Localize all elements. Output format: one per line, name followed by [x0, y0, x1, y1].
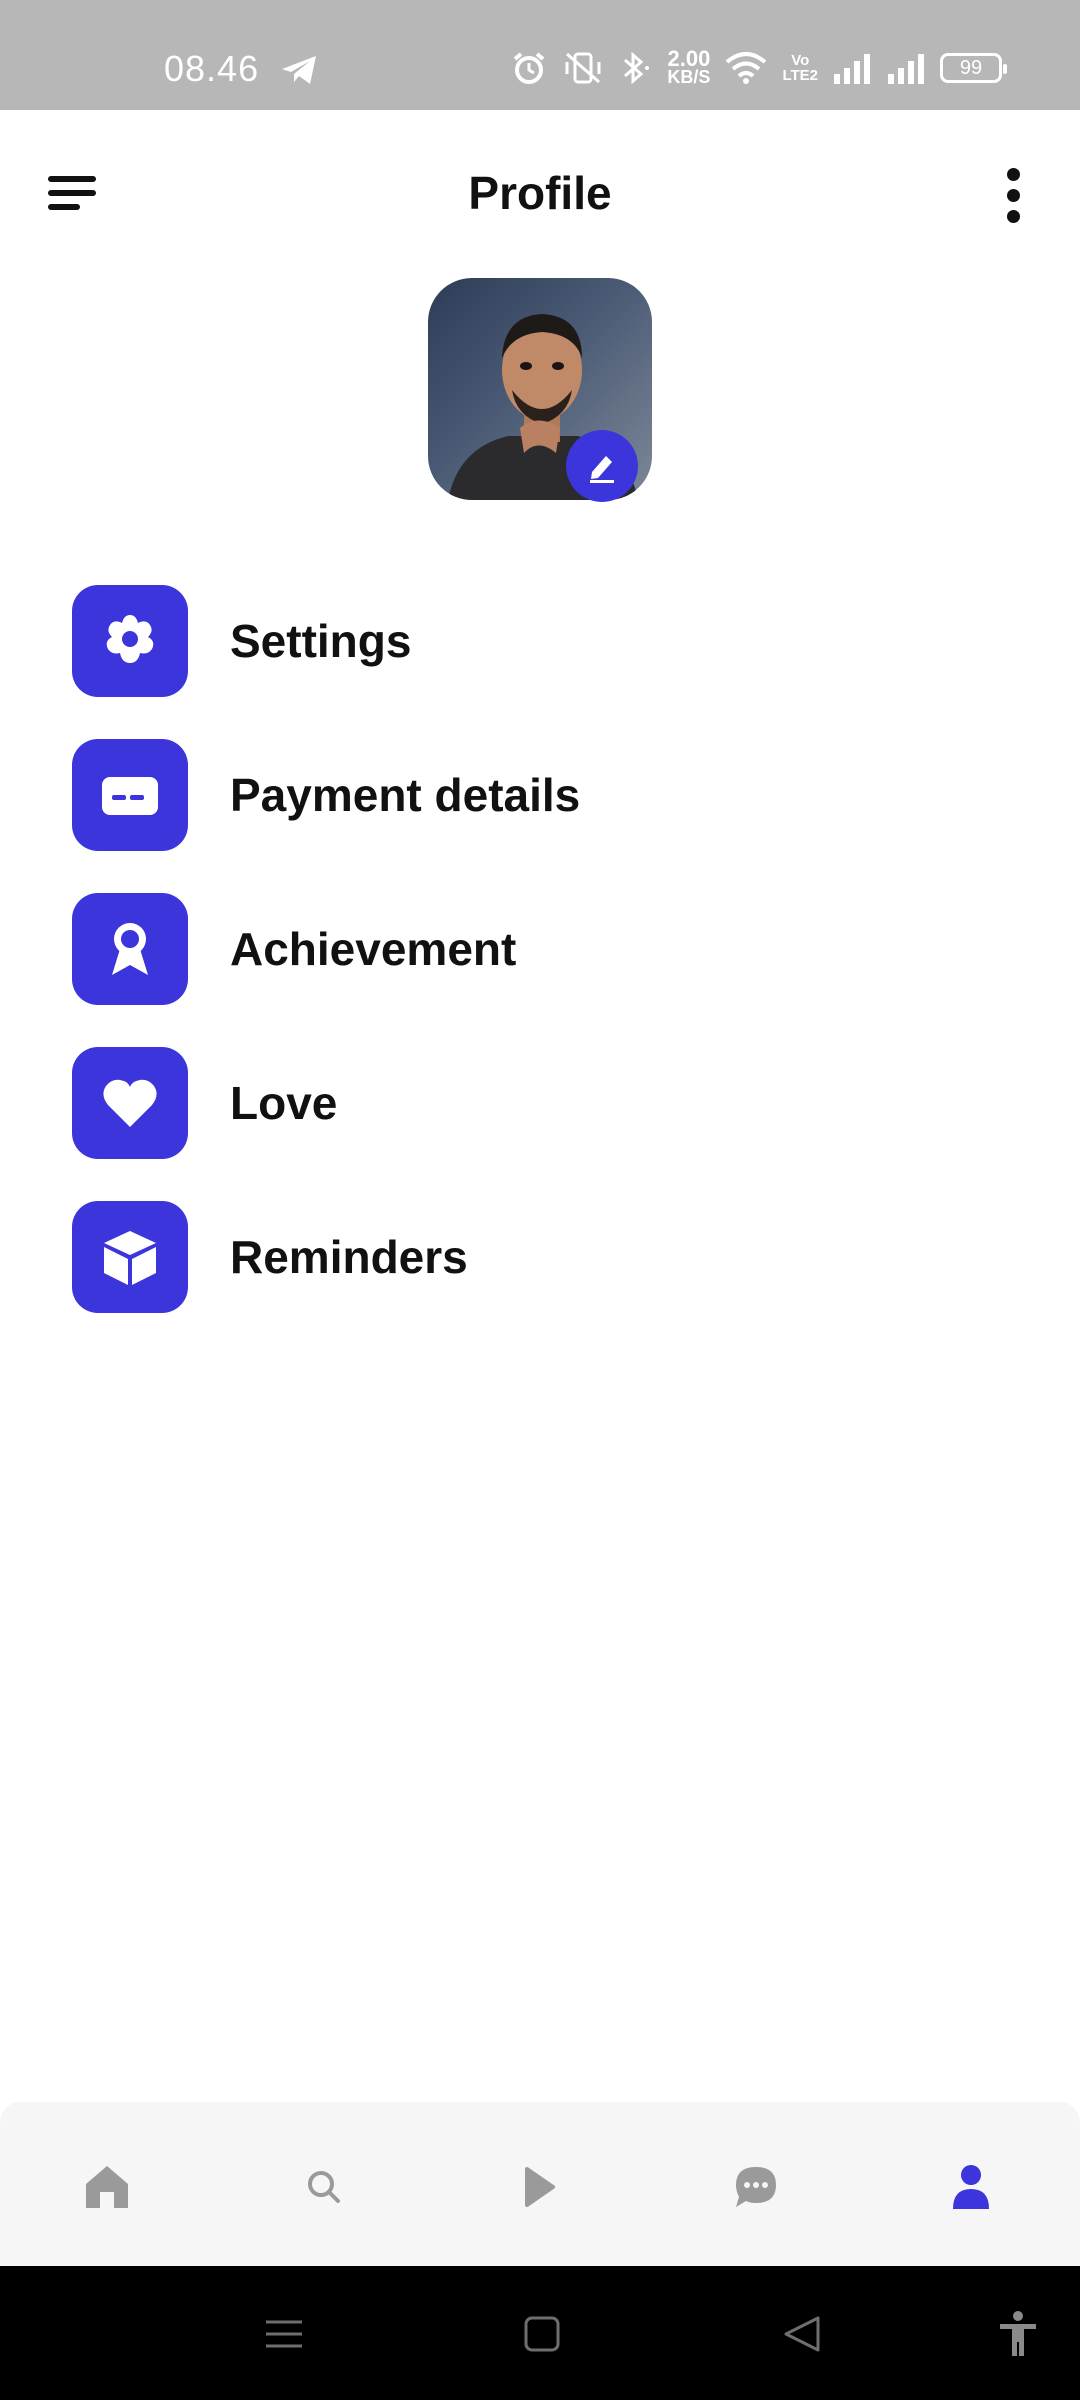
menu-item-label: Reminders	[230, 1231, 468, 1283]
back-triangle-icon	[784, 2316, 820, 2352]
play-icon	[525, 2167, 555, 2207]
menu-item-label: Settings	[230, 615, 412, 667]
status-icons: 2.00 KB/S Vo LTE2 99	[511, 46, 1007, 88]
award-icon-box	[72, 893, 188, 1005]
profile-icon	[953, 2165, 989, 2209]
menu-item-achievement[interactable]: Achievement	[72, 893, 1012, 1005]
net-speed: 2.00 KB/S	[667, 46, 711, 87]
vibrate-icon	[565, 52, 601, 84]
page-title: Profile	[468, 167, 612, 219]
recents-icon	[266, 2320, 302, 2348]
menu-item-label: Achievement	[230, 923, 517, 975]
menu-item-love[interactable]: Love	[72, 1047, 1012, 1159]
pencil-icon	[590, 456, 614, 483]
battery-level: 99	[959, 56, 983, 79]
menu-item-label: Love	[230, 1077, 338, 1129]
signal-icon	[834, 54, 870, 84]
dot	[1007, 210, 1020, 223]
home-icon	[86, 2166, 128, 2208]
volte-bottom: LTE2	[782, 67, 818, 84]
nav-home[interactable]	[72, 2152, 142, 2222]
signal-icon	[888, 54, 924, 84]
back-button[interactable]	[772, 2306, 832, 2362]
menu-item-settings[interactable]: Settings	[72, 585, 1012, 697]
nav-search[interactable]	[289, 2152, 359, 2222]
home-square-icon	[524, 2316, 560, 2352]
net-speed-value: 2.00	[667, 46, 711, 71]
dot	[1007, 168, 1020, 181]
recent-apps-button[interactable]	[254, 2306, 314, 2362]
nav-play[interactable]	[504, 2152, 574, 2222]
search-icon	[308, 2171, 340, 2203]
status-bar: 08.46 2.00 KB/S Vo LTE2 99	[0, 0, 1080, 110]
home-button[interactable]	[512, 2306, 572, 2362]
volte-indicator: Vo LTE2	[782, 53, 818, 83]
bluetooth-icon	[624, 51, 650, 85]
menu-item-payment-details[interactable]: Payment details	[72, 739, 1012, 851]
profile-menu: Settings Payment details Achievement Lov…	[72, 585, 1012, 1355]
accessibility-button[interactable]	[988, 2306, 1048, 2362]
net-speed-unit: KB/S	[667, 67, 711, 87]
heart-icon	[103, 1079, 157, 1127]
chat-icon	[736, 2167, 776, 2207]
award-icon	[112, 923, 148, 975]
bottom-nav	[0, 2102, 1080, 2266]
system-nav-bar	[0, 2266, 1080, 2400]
volte-top: Vo	[791, 52, 810, 69]
box-icon	[104, 1231, 156, 1285]
status-time: 08.46	[164, 48, 260, 89]
alarm-icon	[514, 52, 545, 84]
settings-icon	[106, 615, 154, 663]
card-icon	[102, 777, 158, 815]
edit-avatar-button[interactable]	[566, 430, 638, 502]
more-options-icon[interactable]	[998, 166, 1028, 226]
menu-item-reminders[interactable]: Reminders	[72, 1201, 1012, 1313]
nav-profile[interactable]	[936, 2152, 1006, 2222]
accessibility-icon	[1000, 2311, 1036, 2356]
wifi-icon	[726, 52, 767, 84]
nav-chat[interactable]	[721, 2152, 791, 2222]
telegram-icon	[282, 56, 316, 84]
box-icon-box	[72, 1201, 188, 1313]
settings-icon-box	[72, 585, 188, 697]
battery-indicator: 99	[940, 53, 1007, 83]
app-bar: Profile	[0, 110, 1080, 280]
menu-item-label: Payment details	[230, 769, 581, 821]
dot	[1007, 189, 1020, 202]
heart-icon-box	[72, 1047, 188, 1159]
card-icon-box	[72, 739, 188, 851]
